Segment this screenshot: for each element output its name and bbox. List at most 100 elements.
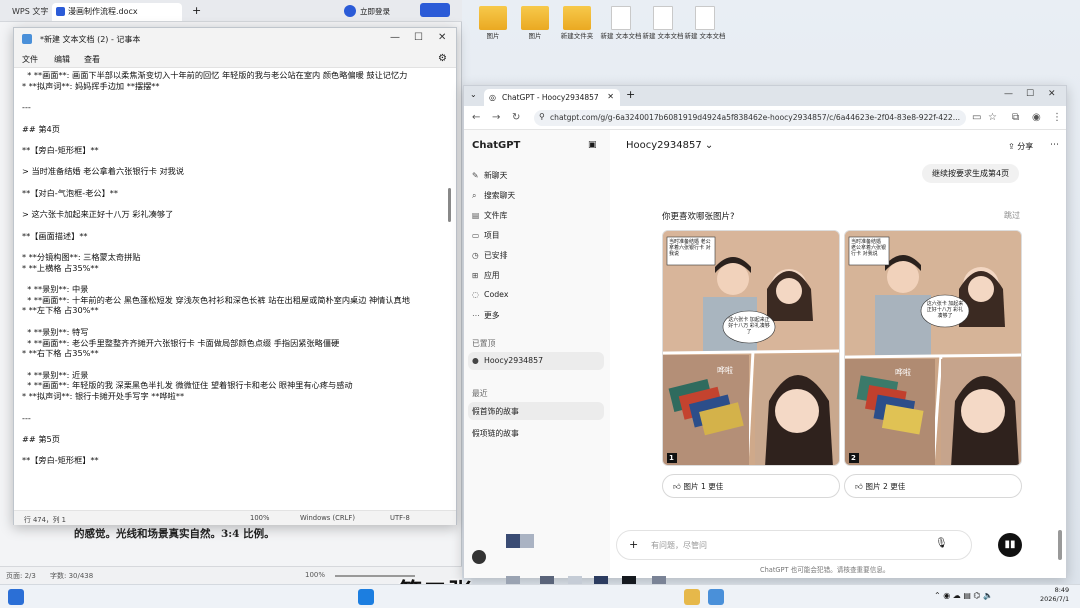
forward-arrow-icon[interactable]: → (492, 112, 500, 123)
minimize-icon[interactable]: — (390, 32, 400, 43)
text-line: * **景别**: 中景 (22, 284, 89, 295)
pinned-gpt-item[interactable]: ● Hoocy2934857 (468, 352, 604, 370)
microphone-icon[interactable]: 🎙︎ (935, 538, 948, 549)
sidebar-toggle-icon[interactable]: ▣ (588, 140, 597, 150)
url-bar[interactable]: ⚲ chatgpt.com/g/g-6a3240017b6081919d4924a… (534, 110, 966, 126)
comic-artwork-2 (845, 231, 1021, 465)
user-avatar[interactable] (472, 550, 486, 564)
model-selector[interactable]: Hoocy2934857 ⌄ (626, 140, 713, 151)
sidebar-item-library[interactable]: ▤ 文件库 (472, 210, 507, 221)
desktop-icon-folder-new[interactable]: 新建文件夹 (554, 6, 600, 40)
sidebar-item-projects[interactable]: ▭ 项目 (472, 230, 500, 241)
thumbs-up-icon: 👍︎ (673, 482, 684, 491)
folder-icon: ▭ (472, 231, 480, 240)
comic-image-option-2[interactable]: 当时准备结婚 老公拿着六张银行卡 对我说 这六张卡 加起来正好十八万 彩礼凑够了… (844, 230, 1022, 466)
text-line: --- (22, 102, 31, 113)
scrollbar-thumb[interactable] (448, 188, 451, 222)
zoom-level[interactable]: 100% (305, 571, 325, 579)
minimize-icon[interactable]: — (1004, 89, 1013, 99)
text-line: **【旁白-矩形框】** (22, 455, 99, 466)
notepad-window: *新建 文本文档 (2) - 记事本 — ☐ ✕ 文件 编辑 查看 ⚙ * **… (13, 27, 457, 525)
notepad-taskbar-icon[interactable] (708, 589, 724, 605)
wps-status-bar: 页面: 2/3 字数: 30/438 100% (0, 566, 462, 584)
text-line (22, 198, 444, 209)
new-tab-icon[interactable]: + (626, 88, 635, 101)
scrollbar[interactable] (446, 70, 454, 512)
maximize-icon[interactable]: ☐ (1026, 89, 1034, 99)
sidebar-item-codex[interactable]: ◌ Codex (472, 290, 508, 299)
chat-history-item[interactable]: 假项链的故事 (472, 428, 519, 439)
tab-chatgpt[interactable]: ◎ ChatGPT - Hoocy2934857 ✕ (484, 89, 620, 106)
chat-history-item[interactable]: 假首饰的故事 (468, 402, 604, 420)
file-icon (611, 6, 631, 30)
word-doc-icon (56, 7, 65, 16)
prefer-image-2-button[interactable]: 👍︎ 图片 2 更佳 (844, 474, 1022, 498)
folder-icon (521, 6, 549, 30)
avatar[interactable] (344, 5, 356, 17)
clock[interactable]: 8:49 2026/7/1 (1040, 586, 1069, 604)
close-icon[interactable]: ✕ (438, 32, 446, 43)
text-line: * **上横格 占35%** (22, 262, 99, 273)
site-info-icon: ⚲ (539, 112, 545, 121)
menu-edit[interactable]: 编辑 (54, 54, 70, 65)
wps-doc-tab[interactable]: 漫画制作流程.docx (52, 3, 182, 21)
text-line: --- (22, 412, 31, 423)
back-arrow-icon[interactable]: ← (472, 112, 480, 123)
message-composer[interactable]: + 有问题，尽管问 🎙︎ (616, 530, 972, 560)
folder-icon (479, 6, 507, 30)
sidebar-item-apps[interactable]: ⊞ 应用 (472, 270, 500, 281)
windows-start-icon[interactable] (358, 589, 374, 605)
scrollbar-thumb[interactable] (1058, 530, 1062, 560)
file-explorer-icon[interactable] (684, 589, 700, 605)
desktop-icon-text-file[interactable]: 新建 文本文档 (640, 6, 686, 40)
settings-gear-icon[interactable]: ⚙ (438, 53, 447, 64)
profile-icon[interactable]: ◉ (1032, 112, 1041, 123)
text-line: > 当时准备结婚 老公拿着六张银行卡 对我说 (22, 166, 185, 177)
extensions-icon[interactable]: ⧉ (1012, 112, 1019, 123)
prefer-image-1-button[interactable]: 👍︎ 图片 1 更佳 (662, 474, 840, 498)
sidebar-item-search[interactable]: ⌕ 搜索聊天 (472, 190, 515, 201)
text-line: * **景别**: 特写 (22, 326, 89, 337)
share-button[interactable]: ⇪ 分享 (1008, 141, 1033, 152)
zoom-level: 100% (250, 514, 270, 522)
wps-action-button[interactable] (420, 3, 450, 17)
thumbs-up-icon: 👍︎ (855, 482, 866, 491)
desktop-icon-folder[interactable]: 图片 (470, 6, 516, 40)
desktop-icon-image[interactable]: 图片 (512, 6, 558, 40)
chrome-menu-icon[interactable]: ⋮ (1052, 112, 1062, 123)
sidebar-item-more[interactable]: ⋯ 更多 (472, 310, 500, 321)
login-link[interactable]: 立即登录 (360, 6, 390, 17)
reload-icon[interactable]: ↻ (512, 112, 520, 123)
wps-home-tab[interactable]: WPS 文字 (4, 3, 56, 21)
chatgpt-brand[interactable]: ChatGPT (472, 140, 520, 151)
taskbar: ⌃ ◉ ☁ ▤ ⌬ 🔈 8:49 2026/7/1 (0, 584, 1080, 608)
desktop-icon-text-file[interactable]: 新建 文本文档 (598, 6, 644, 40)
notepad-text-area[interactable]: * **画面**: 画面下半部以柔焦渐变切入十年前的回忆 年轻版的我与老公站在室… (22, 70, 444, 512)
text-line: * **拟声词**: 银行卡摊开处手写字 **哗啦** (22, 391, 185, 402)
prompt-input[interactable]: 有问题，尽管问 (651, 540, 707, 551)
menu-file[interactable]: 文件 (22, 54, 38, 65)
plus-icon[interactable]: + (629, 538, 638, 551)
tab-close-icon[interactable]: ✕ (607, 92, 614, 101)
text-line (22, 91, 444, 102)
encoding: UTF-8 (390, 514, 410, 522)
sidebar-item-scheduled[interactable]: ◷ 已安排 (472, 250, 507, 261)
bookmark-star-icon[interactable]: ☆ (988, 112, 997, 123)
comic-caption-box: 当时准备结婚 老公拿着六张银行卡 对我说 (669, 239, 711, 257)
close-icon[interactable]: ✕ (1048, 89, 1056, 99)
menu-view[interactable]: 查看 (84, 54, 100, 65)
skip-link[interactable]: 跳过 (1004, 210, 1020, 221)
text-line: * **右下格 占35%** (22, 348, 99, 359)
desktop-icon-text-file[interactable]: 新建 文本文档 (682, 6, 728, 40)
sidebar-item-new-chat[interactable]: ✎ 新聊天 (472, 170, 507, 181)
widgets-icon[interactable] (8, 589, 24, 605)
tray-icons[interactable]: ⌃ ◉ ☁ ▤ ⌬ 🔈 (934, 591, 993, 600)
maximize-icon[interactable]: ☐ (414, 32, 423, 43)
more-options-icon[interactable]: ⋯ (1050, 140, 1059, 150)
voice-mode-button[interactable]: ▮▮ (998, 533, 1022, 557)
comic-image-option-1[interactable]: 当时准备结婚 老公拿着六张银行卡 对我说 这六张卡 加起来正好十八万 彩礼凑够了… (662, 230, 840, 466)
tab-list-chevron-icon[interactable]: ⌄ (470, 90, 477, 99)
install-app-icon[interactable]: ▭ (972, 112, 981, 123)
new-tab-icon[interactable]: + (192, 4, 201, 17)
text-line (22, 445, 444, 456)
